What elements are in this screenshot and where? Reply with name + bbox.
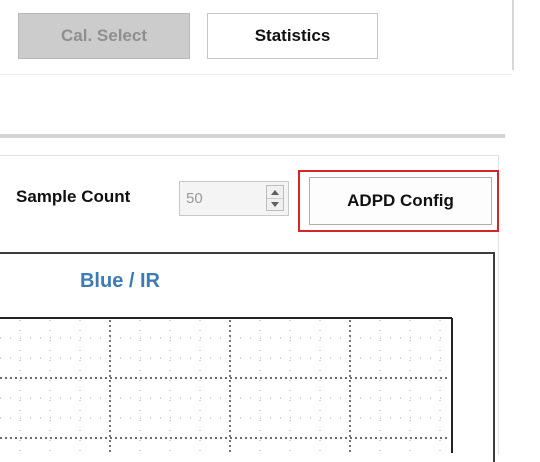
sample-count-spinbox[interactable]: [179, 181, 289, 216]
spin-buttons[interactable]: [266, 185, 284, 211]
chart-title: Blue / IR: [79, 270, 160, 292]
triangle-up-icon: [271, 189, 279, 195]
chart-plot-area: [0, 317, 453, 453]
section-divider: [0, 134, 505, 138]
toolbar-edge-divider: [512, 0, 514, 70]
spin-down-button[interactable]: [267, 198, 283, 210]
statistics-button[interactable]: Statistics: [207, 13, 378, 59]
top-toolbar: Cal. Select Statistics: [0, 0, 512, 75]
sample-count-input[interactable]: [180, 182, 264, 215]
sample-count-label: Sample Count: [16, 187, 131, 206]
triangle-down-icon: [271, 201, 279, 207]
major-grid: [0, 320, 450, 453]
cal-select-button[interactable]: Cal. Select: [18, 13, 190, 59]
minor-grid: [0, 320, 450, 453]
adpd-config-button[interactable]: ADPD Config: [309, 177, 492, 225]
plot-border: [0, 317, 453, 453]
